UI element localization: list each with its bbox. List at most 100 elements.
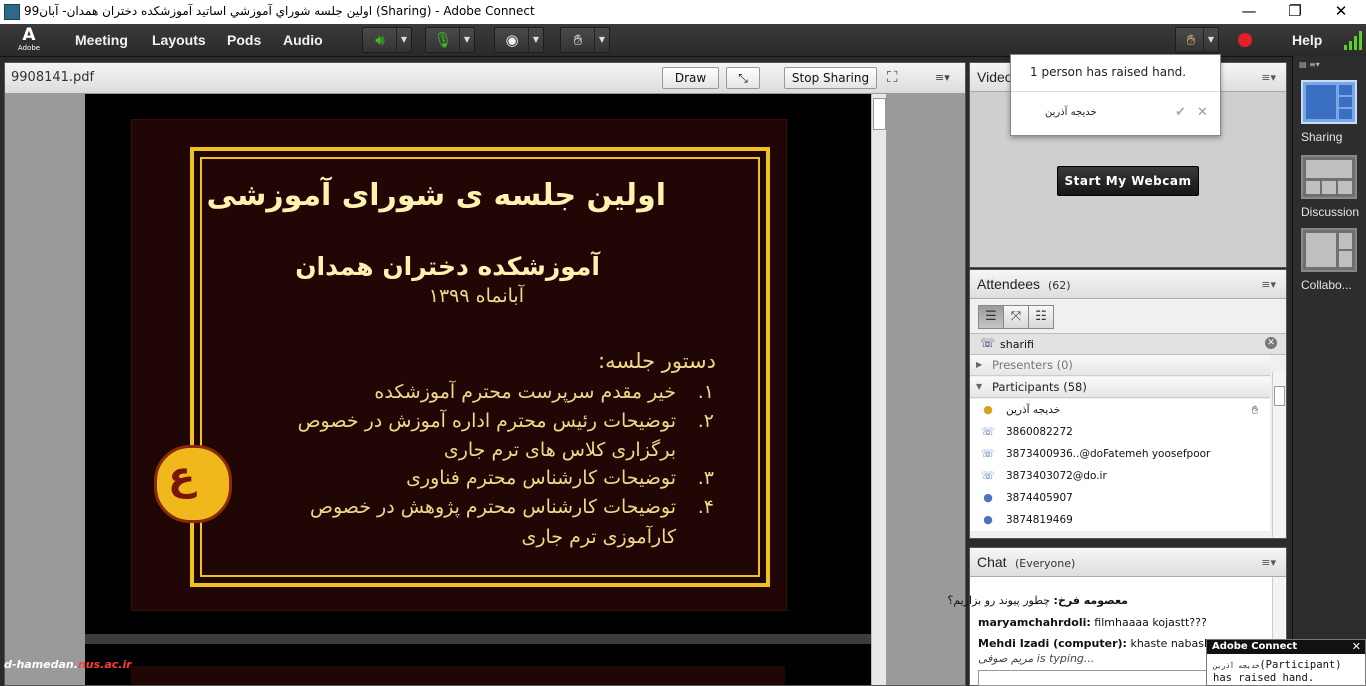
chat-message: Mehdi Izadi (computer): khaste nabashid (978, 637, 1222, 650)
layout-label: Collabo... (1301, 278, 1352, 292)
fullscreen-icon[interactable]: ⛶ (887, 68, 898, 86)
attendee-row[interactable]: ☏ 3873403072@do.ir (970, 465, 1270, 488)
agenda-item: خیر مقدم سرپرست محترم آموزشکده (374, 381, 676, 403)
agenda-item: توضیحات رئیس محترم اداره آموزش در خصوص (297, 410, 676, 432)
agenda-number: ۱. (697, 381, 714, 403)
agenda-number: ۲. (697, 410, 714, 432)
speaker-icon: 🔊︎ (375, 31, 385, 49)
attendee-scrollbar[interactable] (1272, 372, 1285, 537)
person-icon: ● (983, 403, 993, 416)
help-menu[interactable]: Help (1292, 32, 1322, 48)
next-slide-page (131, 666, 785, 685)
menu-layouts[interactable]: Layouts (152, 32, 206, 48)
raised-hand-message: 1 person has raised hand. (1030, 65, 1187, 79)
shared-filename: 9908141.pdf (11, 70, 95, 85)
window-title: اولین جلسه شوراي آموزشي اساتيد آموزشكده … (24, 4, 535, 18)
adobe-logo: A Adobe (17, 25, 41, 53)
attendee-name: 3873403072@do.ir (1006, 470, 1107, 482)
layout-label: Sharing (1301, 130, 1343, 144)
scrollbar-thumb[interactable] (1274, 386, 1285, 406)
draw-button[interactable]: Draw (662, 67, 719, 89)
attendee-name: 3860082272 (1006, 426, 1073, 438)
pod-options-menu[interactable]: ≡▾ (1261, 556, 1276, 569)
attendee-row[interactable]: ● خدیجه آذرین ✋︎ (970, 399, 1270, 422)
app-icon (4, 4, 20, 20)
layout-label: Discussion (1301, 205, 1360, 219)
start-webcam-button[interactable]: Start My Webcam (1057, 166, 1199, 196)
layout-collaboration[interactable]: Collabo... (1301, 228, 1357, 292)
video-pod-title: Video (977, 69, 1013, 85)
clear-filter-icon[interactable]: ✕ (1265, 337, 1277, 349)
slide-agenda-heading: دستور جلسه: (598, 349, 716, 373)
chevron-down-icon[interactable]: ▼ (1203, 28, 1218, 52)
layout-discussion[interactable]: Discussion (1301, 155, 1360, 219)
menu-meeting[interactable]: Meeting (75, 32, 128, 48)
phone-person-icon: ☏ (981, 447, 995, 460)
attendees-count: (62) (1048, 279, 1071, 292)
webcam-icon: ◉ (505, 31, 519, 49)
connection-signal-icon (1344, 30, 1362, 50)
microphone-button[interactable]: 🎙︎ ▼ (425, 27, 475, 53)
participants-group[interactable]: ▼ Participants (58) (970, 377, 1270, 398)
phone-icon: ☏ (980, 336, 996, 350)
raised-hand-icon: ✋︎ (1251, 403, 1259, 417)
attendee-row[interactable]: ● 3874819469 (970, 509, 1270, 532)
attendee-row[interactable]: ● 3874405907 (970, 487, 1270, 510)
webcam-button[interactable]: ◉ ▼ (494, 27, 544, 53)
slide-date: آبانماه ۱۳۹۹ (428, 285, 524, 307)
attendee-name: 3873400936..@doFatemeh yoosefpoor (1006, 448, 1211, 460)
pod-options-menu[interactable]: ≡▾ (935, 71, 950, 84)
person-icon: ● (983, 513, 993, 526)
accept-hand-icon[interactable]: ✔ (1175, 105, 1186, 120)
attendee-row[interactable]: ☏ 3860082272 (970, 421, 1270, 444)
presenters-group[interactable]: ▶ Presenters (0) (970, 355, 1270, 376)
chevron-down-icon[interactable]: ▼ (528, 28, 543, 52)
scrollbar-thumb[interactable] (873, 98, 886, 130)
fit-width-button[interactable]: ⤡ (726, 67, 760, 89)
status-view-icon[interactable]: ☷ (1028, 305, 1054, 329)
attendee-name: 3874405907 (1006, 492, 1073, 504)
attendee-view-switcher: ☰ ⤧ ☷ (978, 305, 1054, 329)
raised-hand-person: خدیجه آذرین (1045, 107, 1097, 118)
attendee-row[interactable]: ☏ 3873400936..@doFatemeh yoosefpoor (970, 443, 1270, 466)
layouts-bar-options[interactable]: ▤ ≡▾ (1299, 60, 1320, 69)
close-window-button[interactable]: ✕ (1318, 0, 1364, 24)
dismiss-hand-icon[interactable]: ✕ (1197, 105, 1208, 120)
phone-person-icon: ☏ (981, 425, 995, 438)
pod-options-menu[interactable]: ≡▾ (1261, 278, 1276, 291)
layout-sharing[interactable]: Sharing (1301, 80, 1357, 144)
chat-title: Chat (977, 554, 1007, 570)
attendees-title: Attendees (977, 276, 1041, 292)
close-icon[interactable]: ✕ (1352, 640, 1361, 654)
menu-audio[interactable]: Audio (283, 32, 323, 48)
raise-hand-button[interactable]: ✋︎ ▼ (560, 27, 610, 53)
chevron-down-icon: ▼ (976, 382, 983, 391)
stop-sharing-button[interactable]: Stop Sharing (784, 67, 877, 89)
document-scrollbar[interactable] (871, 94, 886, 685)
speaker-button[interactable]: 🔊︎ ▼ (362, 27, 412, 53)
attendee-name: 3874819469 (1006, 514, 1073, 526)
record-icon[interactable] (1238, 33, 1252, 47)
chat-audience[interactable]: (Everyone) (1015, 557, 1075, 570)
raise-hand-icon: ✋︎ (573, 31, 583, 49)
agenda-number: ۴. (697, 496, 714, 518)
slide-page: اولین جلسه ی شورای آموزشی آموزشکده دخترا… (131, 119, 787, 611)
breakout-view-icon[interactable]: ⤧ (1003, 305, 1029, 329)
pod-options-menu[interactable]: ≡▾ (1261, 71, 1276, 84)
raised-hand-popup: 1 person has raised hand. خدیجه آذرین ✔ … (1010, 54, 1221, 136)
attendee-filter-text[interactable]: sharifi (1000, 338, 1034, 351)
chevron-down-icon[interactable]: ▼ (594, 28, 609, 52)
attendees-pod: Attendees (62) ≡▾ ☰ ⤧ ☷ ☏ sharifi ✕ ▶ Pr… (969, 269, 1287, 539)
chevron-down-icon[interactable]: ▼ (459, 28, 474, 52)
share-pod: 9908141.pdf Draw ⤡ Stop Sharing ⛶ ≡▾ اول… (4, 62, 966, 686)
minimize-button[interactable]: — (1226, 0, 1272, 24)
list-view-icon[interactable]: ☰ (978, 305, 1004, 329)
slide-title: اولین جلسه ی شورای آموزشی (206, 178, 666, 213)
person-icon: ● (983, 491, 993, 504)
maximize-button[interactable]: ❐ (1272, 0, 1318, 24)
agenda-item: توضیحات کارشناس محترم پژوهش در خصوص (309, 496, 676, 518)
menu-pods[interactable]: Pods (227, 32, 261, 48)
main-menubar: A Adobe Meeting Layouts Pods Audio 🔊︎ ▼ … (0, 24, 1366, 57)
chevron-down-icon[interactable]: ▼ (396, 28, 411, 52)
raised-hands-status-button[interactable]: ✋︎ ▼ (1175, 27, 1219, 53)
